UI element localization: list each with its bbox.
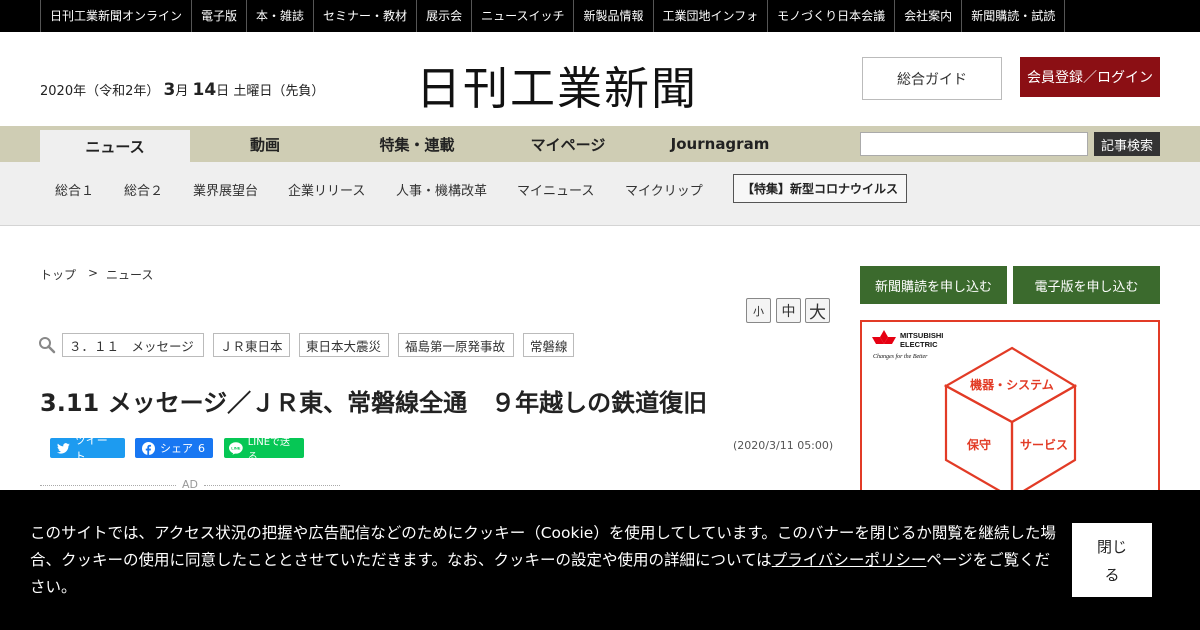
close-label-line1: 閉じ bbox=[1096, 538, 1127, 556]
guide-button[interactable]: 総合ガイド bbox=[862, 57, 1002, 100]
date-prefix: 2020年（令和2年） bbox=[40, 84, 160, 99]
search-input[interactable] bbox=[860, 132, 1088, 156]
tweet-label: ツイート bbox=[74, 434, 108, 463]
date-month: 3 bbox=[163, 80, 176, 100]
ad-cube-right-label: サービス bbox=[1020, 437, 1068, 452]
subnav-item[interactable]: 業界展望台 bbox=[193, 180, 258, 199]
close-label-line2: る bbox=[1104, 566, 1120, 584]
mitsubishi-ad-graphic: MITSUBISHI ELECTRIC Changes for the Bett… bbox=[872, 330, 1078, 498]
advertisement-banner[interactable]: MITSUBISHI ELECTRIC Changes for the Bett… bbox=[860, 320, 1160, 500]
sub-navigation: 総合１ 総合２ 業界展望台 企業リリース 人事・機構改革 マイニュース マイクリ… bbox=[0, 162, 1200, 226]
svg-text:LINE: LINE bbox=[231, 445, 240, 450]
tab-video[interactable]: 動画 bbox=[190, 126, 340, 162]
cube-illustration bbox=[943, 346, 1078, 498]
tag-link[interactable]: 東日本大震災 bbox=[299, 333, 389, 357]
special-feature-button[interactable]: 【特集】新型コロナウイルス bbox=[733, 174, 907, 203]
cookie-message: このサイトでは、アクセス状況の把握や広告配信などのためにクッキー（Cookie）… bbox=[30, 520, 1060, 601]
share-label: シェア bbox=[160, 442, 193, 455]
tag-link[interactable]: ＪＲ東日本 bbox=[213, 333, 290, 357]
topnav-link[interactable]: 会社案内 bbox=[895, 0, 963, 32]
breadcrumb-current[interactable]: ニュース bbox=[106, 266, 153, 283]
breadcrumb-separator: > bbox=[88, 266, 99, 280]
tweet-button[interactable]: ツイート bbox=[50, 434, 125, 463]
subscribe-digital-button[interactable]: 電子版を申し込む bbox=[1013, 266, 1160, 304]
topnav-link[interactable]: 日刊工業新聞オンライン bbox=[41, 0, 193, 32]
facebook-icon bbox=[142, 441, 155, 455]
date-weekday: 土曜日（先負） bbox=[233, 84, 325, 99]
share-count: 6 bbox=[198, 441, 205, 455]
topnav-link[interactable]: 新聞購読・試読 bbox=[962, 0, 1066, 32]
tab-features[interactable]: 特集・連載 bbox=[342, 126, 492, 162]
date-day-unit: 日 bbox=[216, 84, 230, 99]
tag-link[interactable]: 福島第一原発事故 bbox=[398, 333, 514, 357]
cookie-close-button[interactable]: 閉じ る bbox=[1072, 523, 1152, 597]
subnav-item[interactable]: 総合１ bbox=[55, 180, 94, 199]
topnav-link[interactable]: 新製品情報 bbox=[574, 0, 654, 32]
tag-link[interactable]: 常磐線 bbox=[523, 333, 574, 357]
search-icon bbox=[39, 337, 56, 354]
subnav-item[interactable]: 総合２ bbox=[124, 180, 163, 199]
article-title: 3.11 メッセージ／ＪＲ東、常磐線全通 ９年越しの鉄道復旧 bbox=[40, 389, 708, 417]
ad-cube-left-label: 保守 bbox=[966, 437, 991, 452]
line-label: LINEで送る bbox=[247, 437, 291, 463]
font-size-medium-button[interactable]: 中 bbox=[776, 298, 801, 323]
tab-mypage[interactable]: マイページ bbox=[493, 126, 643, 162]
ad-cube-top-label: 機器・システム bbox=[970, 377, 1054, 392]
privacy-policy-link[interactable]: プライバシーポリシー bbox=[772, 551, 927, 569]
topnav-link[interactable]: 展示会 bbox=[417, 0, 473, 32]
subnav-item[interactable]: マイニュース bbox=[517, 180, 594, 199]
twitter-bird-icon bbox=[57, 442, 70, 454]
subnav-item[interactable]: 人事・機構改革 bbox=[396, 180, 487, 199]
ad-divider bbox=[40, 485, 176, 486]
topnav-link[interactable]: 本・雑誌 bbox=[247, 0, 315, 32]
breadcrumb-home[interactable]: トップ bbox=[40, 266, 76, 283]
ad-brand-line1: MITSUBISHI bbox=[900, 331, 943, 340]
ad-brand-tagline: Changes for the Better bbox=[873, 353, 928, 360]
topnav-link[interactable]: ニュースイッチ bbox=[472, 0, 575, 32]
publish-date: (2020/3/11 05:00) bbox=[733, 439, 834, 452]
line-icon: LINE bbox=[229, 441, 243, 455]
ad-brand-line2: ELECTRIC bbox=[900, 340, 938, 349]
search-button[interactable]: 記事検索 bbox=[1094, 132, 1160, 156]
top-navigation-bar: 日刊工業新聞オンライン 電子版 本・雑誌 セミナー・教材 展示会 ニュースイッチ… bbox=[0, 0, 1200, 32]
mitsubishi-logo-icon bbox=[872, 330, 896, 344]
subscribe-newspaper-button[interactable]: 新聞購読を申し込む bbox=[860, 266, 1007, 304]
tab-journagram[interactable]: Journagram bbox=[645, 126, 795, 162]
facebook-share-button[interactable]: シェア 6 bbox=[135, 438, 213, 458]
ad-divider bbox=[204, 485, 340, 486]
issue-date: 2020年（令和2年） 3月 14日 土曜日（先負） bbox=[40, 80, 324, 100]
font-size-large-button[interactable]: 大 bbox=[805, 298, 830, 323]
font-size-small-button[interactable]: 小 bbox=[746, 298, 771, 323]
line-share-button[interactable]: LINE LINEで送る bbox=[224, 437, 304, 463]
site-logo[interactable]: 日刊工業新聞 bbox=[416, 52, 698, 117]
topnav-link[interactable]: 電子版 bbox=[192, 0, 248, 32]
topnav-link[interactable]: 工業団地インフォ bbox=[654, 0, 769, 32]
tag-link[interactable]: ３．１１ メッセージ bbox=[62, 333, 204, 357]
tab-news[interactable]: ニュース bbox=[40, 130, 190, 162]
topnav-link[interactable]: モノづくり日本会議 bbox=[768, 0, 896, 32]
subnav-item[interactable]: マイクリップ bbox=[625, 180, 703, 199]
topnav-link[interactable]: セミナー・教材 bbox=[314, 0, 418, 32]
date-day: 14 bbox=[192, 80, 217, 100]
date-month-unit: 月 bbox=[175, 84, 189, 99]
login-button[interactable]: 会員登録／ログイン bbox=[1020, 57, 1160, 97]
subnav-item[interactable]: 企業リリース bbox=[288, 180, 365, 199]
